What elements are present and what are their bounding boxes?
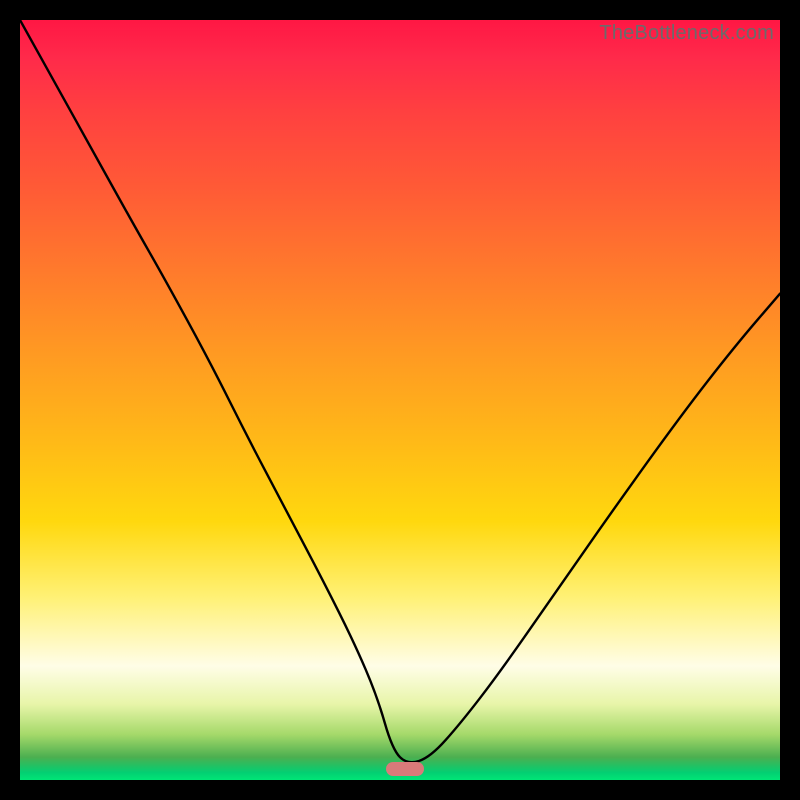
chart-frame: TheBottleneck.com (20, 20, 780, 780)
optimal-marker (386, 762, 424, 776)
watermark-text: TheBottleneck.com (599, 22, 774, 45)
plot-background-gradient (20, 20, 780, 780)
